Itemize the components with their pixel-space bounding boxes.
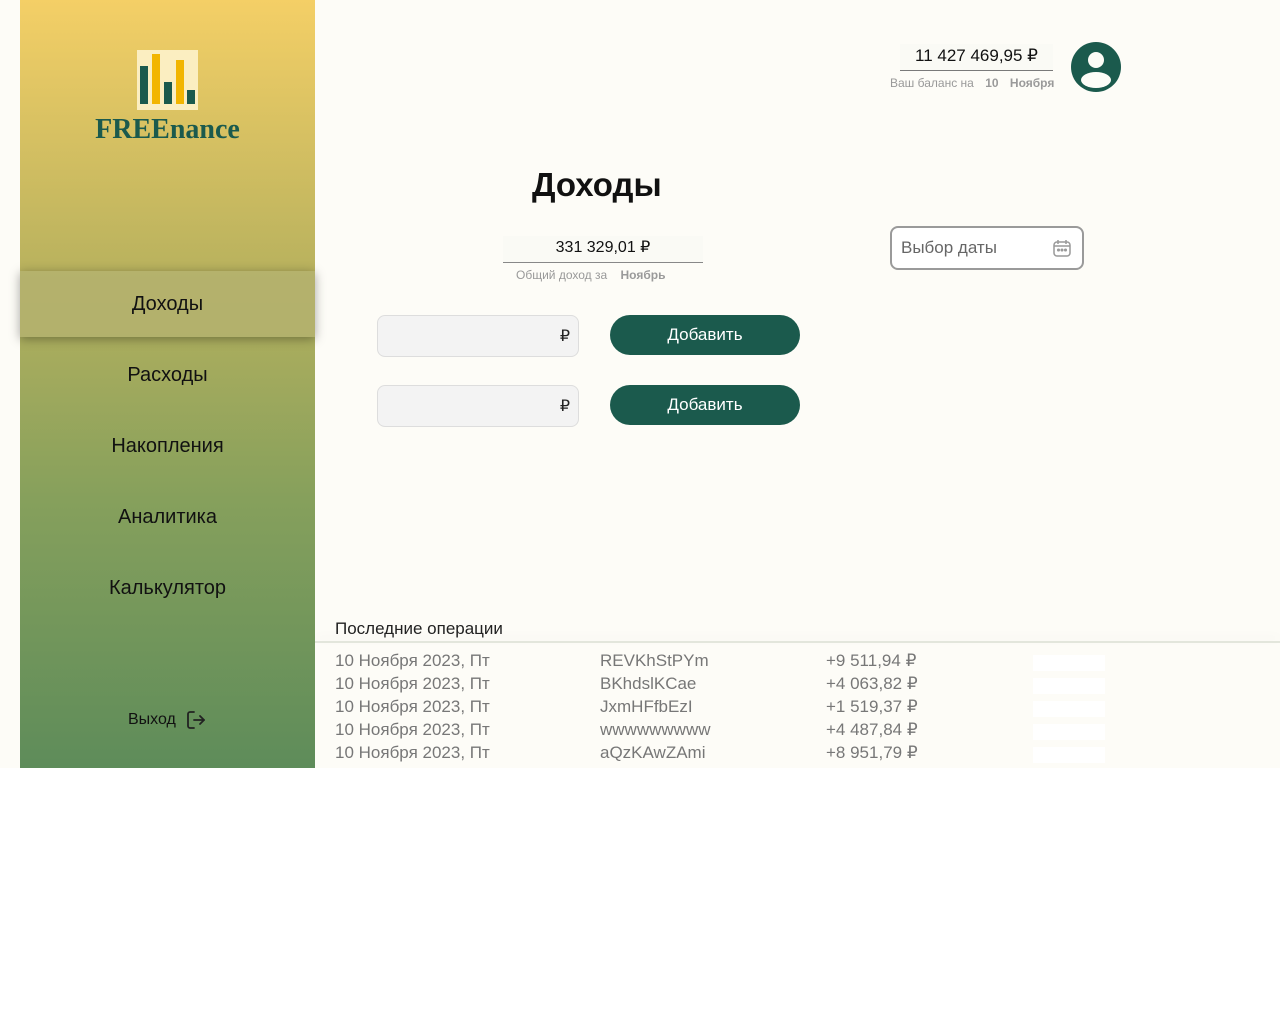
currency-symbol: ₽: [559, 398, 570, 415]
operation-date: 10 Ноября 2023, Пт: [335, 720, 490, 739]
add-button-2[interactable]: Добавить: [610, 385, 800, 425]
add-button-label: Добавить: [667, 395, 743, 414]
sidebar-item-label: Аналитика: [118, 505, 217, 528]
operation-date: 10 Ноября 2023, Пт: [335, 651, 490, 670]
sidebar-item-label: Калькулятор: [108, 576, 227, 599]
total-income-month: Ноябрь: [620, 268, 666, 282]
amount-input[interactable]: ₽: [377, 315, 579, 357]
total-income-caption: Общий доход за Ноябрь: [516, 268, 665, 282]
add-button-label: Добавить: [667, 325, 743, 344]
operation-amount: +1 519,37 ₽: [826, 697, 918, 716]
operation-date: 10 Ноября 2023, Пт: [335, 743, 490, 762]
operation-row: 10 Ноября 2023, Пт wwwwwwwww +4 487,84 ₽: [335, 720, 1280, 743]
user-icon: [1081, 52, 1111, 88]
operation-name: aQzKAwZAmi: [600, 743, 706, 762]
logout-label: Выход: [128, 711, 176, 728]
operation-amount: +4 487,84 ₽: [826, 720, 918, 739]
sidebar: FREEnance Доходы Расходы Накопления Анал…: [20, 0, 315, 768]
operation-date: 10 Ноября 2023, Пт: [335, 697, 490, 716]
operation-row: 10 Ноября 2023, Пт BKhdslKCae +4 063,82 …: [335, 674, 1280, 697]
operation-amount: +9 511,94 ₽: [826, 651, 917, 670]
balance-caption-text: Ваш баланс на: [890, 76, 974, 90]
logo-icon: [137, 50, 198, 110]
sidebar-item-savings[interactable]: Накопления: [20, 413, 315, 479]
total-income-caption-text: Общий доход за: [516, 268, 608, 282]
add-button[interactable]: Добавить: [610, 315, 800, 355]
calendar-icon: [1053, 240, 1071, 257]
sidebar-item-calculator[interactable]: Калькулятор: [20, 555, 315, 621]
operation-action-slot[interactable]: [1033, 655, 1105, 671]
operation-action-slot[interactable]: [1033, 701, 1105, 717]
operations-divider: [315, 641, 1280, 643]
amount-input-2[interactable]: ₽: [377, 385, 579, 427]
sidebar-item-label: Доходы: [131, 292, 204, 315]
operation-row: 10 Ноября 2023, Пт aQzKAwZAmi +8 951,79 …: [335, 743, 1280, 766]
balance-day: 10: [985, 76, 999, 90]
operation-name: BKhdslKCae: [600, 674, 697, 693]
operation-action-slot[interactable]: [1033, 724, 1105, 740]
date-picker[interactable]: Выбор даты: [890, 226, 1084, 270]
balance-value: 11 427 469,95 ₽: [900, 44, 1053, 71]
operation-name: JxmHFfbEzI: [600, 697, 693, 716]
logout-icon: [186, 711, 205, 729]
operation-row: 10 Ноября 2023, Пт JxmHFfbEzI +1 519,37 …: [335, 697, 1280, 720]
currency-symbol: ₽: [559, 328, 570, 345]
avatar[interactable]: [1071, 42, 1121, 92]
sidebar-item-analytics[interactable]: Аналитика: [20, 484, 315, 550]
sidebar-item-label: Накопления: [111, 434, 224, 457]
logout-button[interactable]: Выход: [128, 710, 206, 730]
operation-action-slot[interactable]: [1033, 747, 1105, 763]
sidebar-item-expenses[interactable]: Расходы: [20, 342, 315, 408]
operation-name: wwwwwwwww: [600, 720, 711, 739]
operation-amount: +4 063,82 ₽: [826, 674, 918, 693]
sidebar-item-label: Расходы: [127, 363, 208, 386]
operation-action-slot[interactable]: [1033, 678, 1105, 694]
total-income-value: 331 329,01 ₽: [503, 236, 703, 263]
date-picker-placeholder: Выбор даты: [901, 238, 997, 257]
sidebar-item-income[interactable]: Доходы: [20, 271, 315, 337]
brand-name: FREEnance: [95, 114, 240, 145]
operation-date: 10 Ноября 2023, Пт: [335, 674, 490, 693]
operation-row: 10 Ноября 2023, Пт REVKhStPYm +9 511,94 …: [335, 651, 1280, 674]
balance-caption: Ваш баланс на 10 Ноября: [890, 76, 1054, 90]
operations-title: Последние операции: [335, 619, 503, 638]
app-window: FREEnance Доходы Расходы Накопления Анал…: [0, 0, 1280, 768]
operation-name: REVKhStPYm: [600, 651, 709, 670]
page-title: Доходы: [532, 166, 662, 203]
balance-month: Ноября: [1009, 76, 1055, 90]
operation-amount: +8 951,79 ₽: [826, 743, 918, 762]
